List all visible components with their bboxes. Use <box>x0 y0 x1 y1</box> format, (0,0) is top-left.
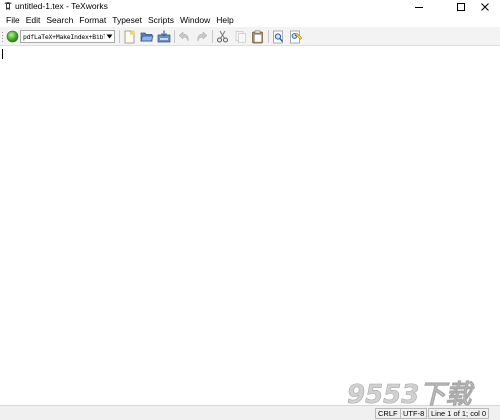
site-watermark-logo: 9553下载 <box>345 378 495 411</box>
copy-button[interactable] <box>233 29 248 44</box>
new-document-icon <box>124 30 135 43</box>
chevron-down-icon <box>105 34 114 39</box>
cursor-position-indicator: Line 1 of 1; col 0 <box>428 408 490 419</box>
toolbar-separator <box>268 30 269 43</box>
menu-window[interactable]: Window <box>177 14 213 26</box>
menu-file[interactable]: File <box>3 14 23 26</box>
find-button[interactable] <box>271 29 286 44</box>
save-icon <box>157 30 170 43</box>
toolbar: pdfLaTeX+MakeIndex+BibTeX <box>0 27 500 46</box>
menu-help[interactable]: Help <box>213 14 236 26</box>
find-icon <box>273 30 284 43</box>
cut-icon <box>217 30 228 43</box>
menu-bar: File Edit Search Format Typeset Scripts … <box>0 13 500 27</box>
editor-text-area[interactable] <box>0 47 500 405</box>
encoding-indicator[interactable]: UTF-8 <box>400 408 428 419</box>
paste-icon <box>252 30 263 43</box>
close-button[interactable] <box>470 0 500 13</box>
typeset-engine-value: pdfLaTeX+MakeIndex+BibTeX <box>23 32 105 41</box>
menu-edit[interactable]: Edit <box>23 14 44 26</box>
menu-format[interactable]: Format <box>76 14 109 26</box>
menu-scripts[interactable]: Scripts <box>145 14 177 26</box>
menu-typeset[interactable]: Typeset <box>109 14 145 26</box>
window-title: untitled-1.tex - TeXworks <box>15 1 108 11</box>
open-button[interactable] <box>139 29 154 44</box>
typeset-engine-select[interactable]: pdfLaTeX+MakeIndex+BibTeX <box>20 30 115 43</box>
redo-icon <box>197 30 208 41</box>
undo-icon <box>178 30 189 41</box>
copy-icon <box>235 31 246 43</box>
toolbar-separator <box>212 30 213 43</box>
title-bar: untitled-1.tex - TeXworks <box>0 0 500 13</box>
typeset-button[interactable] <box>5 29 20 44</box>
replace-icon <box>289 30 302 43</box>
texworks-app-icon[interactable] <box>3 1 13 11</box>
cut-button[interactable] <box>215 29 230 44</box>
toolbar-separator <box>174 30 175 43</box>
toolbar-separator <box>119 30 120 43</box>
toolbar-grip[interactable] <box>1 31 4 43</box>
new-document-button[interactable] <box>122 29 137 44</box>
menu-search[interactable]: Search <box>43 14 76 26</box>
line-ending-indicator[interactable]: CRLF <box>375 408 401 419</box>
minimize-button[interactable] <box>404 0 434 13</box>
open-folder-icon <box>140 32 153 42</box>
paste-button[interactable] <box>250 29 265 44</box>
undo-button[interactable] <box>177 29 192 44</box>
redo-button[interactable] <box>194 29 209 44</box>
text-caret <box>2 49 3 59</box>
save-button[interactable] <box>156 29 171 44</box>
replace-button[interactable] <box>288 29 303 44</box>
watermark-text: 9553下载 <box>347 380 475 408</box>
typeset-icon <box>6 30 19 43</box>
